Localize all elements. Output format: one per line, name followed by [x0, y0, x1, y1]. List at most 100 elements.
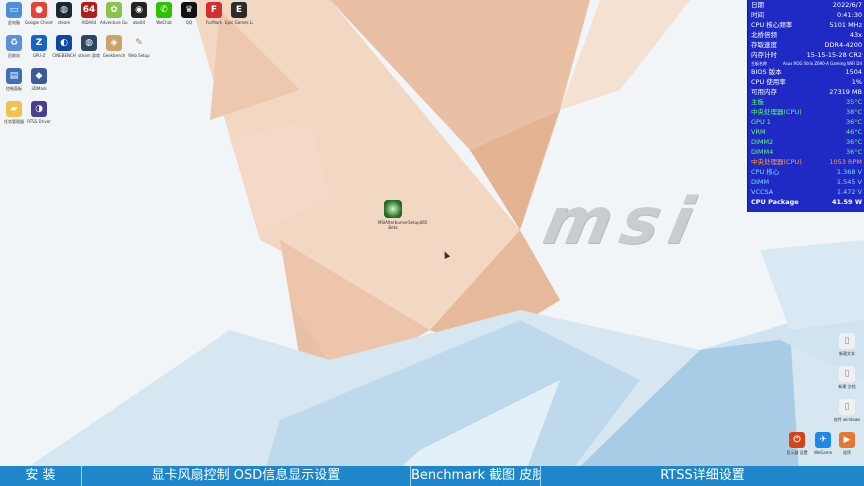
desktop-icon-label: obs64 — [132, 20, 146, 25]
desktop-icon-label: Epic Games Launcher — [225, 20, 253, 25]
desktop-icon-label: QQ — [185, 20, 193, 25]
app-icon: ▶ — [839, 432, 855, 448]
install-tab[interactable]: 安 装 — [0, 466, 82, 486]
desktop-icon-chrome[interactable]: ● Google Chrome — [25, 2, 53, 25]
desktop-icon-label: Adventure Guide — [100, 20, 128, 25]
afterburner-bottom-bar: 安 装显卡风扇控制 OSD信息显示设置 Benchmark 截图 皮肤 RTSS详细… — [0, 466, 864, 486]
desktop-icon-computer[interactable]: ▭ 此电脑 — [0, 2, 28, 25]
desktop-icon-label: WeChat — [156, 20, 172, 25]
cinebench-icon: ◐ — [56, 35, 72, 51]
fan-osd-tab[interactable]: 显卡风扇控制 OSD信息显示设置 — [82, 466, 411, 486]
desktop-icon-epic[interactable]: E Epic Games Launcher — [225, 2, 253, 25]
desktop-icon-3dmark[interactable]: ◆ 3DMark — [25, 68, 53, 91]
osd-label: 可用内存 — [751, 88, 777, 96]
desktop-icon-gpuz[interactable]: Z GPU-Z — [25, 35, 53, 58]
epic-icon: E — [231, 2, 247, 18]
msi-logo: msi — [537, 185, 710, 259]
rtss-osd-overlay: 日期 2022/6/7 时间 0:41:30 CPU 核心频率 5101 MHz 北桥倍频 4… — [747, 0, 864, 212]
desktop-icon-folder[interactable]: ▰ 任务管理器 — [0, 101, 28, 124]
desktop-icon-label: 新建文本 — [839, 351, 855, 356]
desktop-icon-rtss[interactable]: ◑ RTSS Driver — [25, 101, 53, 124]
desktop-icon-steam[interactable]: ◍ steam — [50, 2, 78, 25]
desktop-icon-label: 控制面板 — [6, 86, 22, 91]
afterburner-setup-label: MSIAfterburnerSetup465 Beta — [378, 220, 428, 230]
osd-row: CPU 核心频率 5101 MHz — [748, 20, 864, 30]
desktop-icon-power[interactable]: ⏻ 显示器 设置 — [783, 432, 811, 455]
desktop-icon-wechat[interactable]: ✆ WeChat — [150, 2, 178, 25]
geekbench-icon: ◈ — [106, 35, 122, 51]
desktop-icon-cinebench[interactable]: ◐ CINEBENCH — [50, 35, 78, 58]
afterburner-icon — [384, 200, 402, 218]
desktop-icon-label: 3DMark — [31, 86, 47, 91]
desktop-icon-doc-file[interactable]: ▯ 新建 文档 — [833, 366, 861, 389]
control-panel-icon: ▤ — [6, 68, 22, 84]
osd-value: 1053 RPM — [829, 158, 862, 166]
chrome-icon: ● — [31, 2, 47, 18]
osd-row: 主板名称 Asus ROG Strix Z690-A Gaming WiFi D4 — [748, 60, 864, 67]
desktop-icon-app[interactable]: ▶ 程序 — [833, 432, 861, 455]
osd-row: VRM 46°C — [748, 127, 864, 137]
wallpaper — [0, 0, 864, 486]
desktop-icon-control-panel[interactable]: ▤ 控制面板 — [0, 68, 28, 91]
osd-row: 主板 35°C — [748, 97, 864, 107]
osd-label: VRM — [751, 128, 766, 136]
rtss-icon: ◑ — [31, 101, 47, 117]
osd-row: 可用内存 27319 MB — [748, 87, 864, 97]
osd-label: 存取速度 — [751, 41, 777, 49]
osd-label: DIMM2 — [751, 138, 774, 146]
afterburner-setup-file[interactable]: MSIAfterburnerSetup465 Beta — [378, 200, 428, 230]
osd-value: 0:41:30 — [836, 11, 862, 19]
osd-value: 1.368 V — [836, 168, 862, 176]
desktop-icon-setup[interactable]: ✎ Web Setup — [125, 35, 153, 58]
wechat-icon: ✆ — [156, 2, 172, 18]
osd-label: CPU 使用率 — [751, 78, 786, 86]
osd-value: 36°C — [845, 118, 862, 126]
osd-value: 35°C — [845, 98, 862, 106]
obs-icon: ◉ — [131, 2, 147, 18]
osd-row: GPU 1 36°C — [748, 117, 864, 127]
osd-row: 中央处理器(CPU) 38°C — [748, 107, 864, 117]
desktop-icon-adventure[interactable]: ✿ Adventure Guide — [100, 2, 128, 25]
rtss-tab[interactable]: RTSS详细设置 — [541, 466, 864, 486]
osd-label: 中央处理器(CPU) — [751, 158, 802, 166]
osd-value: 27319 MB — [829, 88, 862, 96]
desktop-icon-text-file[interactable]: ▯ 新建文本 — [833, 333, 861, 356]
desktop-icon-steam-game[interactable]: ◍ steam 游戏 — [75, 35, 103, 58]
osd-row: DIMM4 36°C — [748, 147, 864, 157]
osd-label: VCCSA — [751, 188, 774, 196]
desktop-icon-label: 程序 — [843, 450, 851, 455]
desktop-icon-label: 任务管理器 — [4, 119, 24, 124]
desktop-icon-label: GPU-Z — [32, 53, 46, 58]
desktop-icon-label: CINEBENCH — [52, 53, 76, 58]
osd-label: 日期 — [751, 1, 764, 9]
osd-value: 38°C — [845, 108, 862, 116]
recycle-bin-icon: ♻ — [6, 35, 22, 51]
desktop-icon-label: Geekbench — [102, 53, 126, 58]
osd-value: 1504 — [845, 68, 862, 76]
desktop-icon-aida64[interactable]: 64 AIDA64 — [75, 2, 103, 25]
desktop-icon-wegame[interactable]: ✈ WeGame — [809, 432, 837, 455]
osd-row: 存取速度 DDR4-4200 — [748, 40, 864, 50]
desktop-icon-geekbench[interactable]: ◈ Geekbench — [100, 35, 128, 58]
desktop-icon-furmark[interactable]: F FurMark — [200, 2, 228, 25]
desktop-icon-label: 新建 文档 — [838, 384, 856, 389]
osd-value: 41.59 W — [832, 198, 862, 206]
wegame-icon: ✈ — [815, 432, 831, 448]
furmark-icon: F — [206, 2, 222, 18]
3dmark-icon: ◆ — [31, 68, 47, 84]
desktop-icon-qq[interactable]: ♛ QQ — [175, 2, 203, 25]
desktop-icon-label: 回收站 — [8, 53, 20, 58]
benchmark-tab[interactable]: Benchmark 截图 皮肤 — [411, 466, 541, 486]
osd-row: DIMM 1.545 V — [748, 177, 864, 187]
osd-label: CPU Package — [751, 198, 799, 206]
desktop-icon-file[interactable]: ▯ 软件 windows — [833, 399, 861, 422]
osd-row: CPU Package 41.59 W — [748, 197, 864, 207]
desktop-icon-label: Web Setup — [128, 53, 150, 58]
desktop-icon-obs[interactable]: ◉ obs64 — [125, 2, 153, 25]
gpuz-icon: Z — [31, 35, 47, 51]
osd-row: BIOS 版本 1504 — [748, 67, 864, 77]
desktop-icon-recycle-bin[interactable]: ♻ 回收站 — [0, 35, 28, 58]
desktop-icon-label: Google Chrome — [25, 20, 53, 25]
osd-label: 北桥倍频 — [751, 31, 777, 39]
osd-value: 15-15-15-28 CR2 — [806, 51, 862, 59]
